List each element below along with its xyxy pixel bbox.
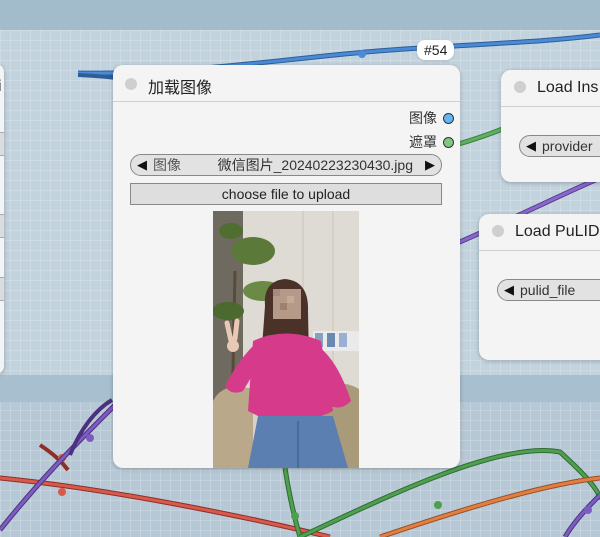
pulid-file-combo[interactable]: ◀ pulid_file <box>497 279 600 301</box>
load-insightface-node[interactable]: Load Ins ◀ provider <box>501 70 600 182</box>
image-combo[interactable]: ◀ 图像 微信图片_20240223230430.jpg ▶ <box>130 154 442 176</box>
wire-red-bottom <box>0 475 331 537</box>
node-id-badge: #54 <box>417 40 455 60</box>
node-title-bar[interactable]: Load Ins <box>501 70 600 107</box>
load-pulid-node[interactable]: Load PuLID ◀ pulid_file <box>479 214 600 360</box>
combo-right-arrow-icon[interactable]: ▶ <box>419 157 441 173</box>
node-title: Load Ins <box>537 79 599 96</box>
node-collapse-dot[interactable] <box>514 81 526 93</box>
left-node-widget-2[interactable] <box>0 214 4 238</box>
combo-left-arrow-icon[interactable]: ◀ <box>520 138 542 154</box>
left-node-widget-1[interactable] <box>0 132 4 156</box>
combo-left-arrow-icon[interactable]: ◀ <box>498 282 520 298</box>
node-collapse-dot[interactable] <box>125 78 137 90</box>
left-node-widget-3[interactable] <box>0 277 4 301</box>
combo-value: 微信图片_20240223230430.jpg <box>217 157 413 173</box>
provider-combo[interactable]: ◀ provider <box>519 135 600 157</box>
upload-button[interactable]: choose file to upload <box>130 183 442 205</box>
left-node-fragment[interactable]: i <box>0 64 4 374</box>
load-image-node[interactable]: 加载图像 #54 图像 遮罩 ◀ 图像 微信图片_20240223230430.… <box>113 40 460 468</box>
node-title-bar[interactable]: Load PuLID <box>479 214 600 251</box>
combo-label: pulid_file <box>520 282 576 298</box>
left-node-title-fragment: i <box>0 78 2 96</box>
output-image[interactable]: 图像 <box>409 108 454 128</box>
node-collapse-dot[interactable] <box>492 225 504 237</box>
node-title: 加载图像 <box>148 80 213 97</box>
output-mask[interactable]: 遮罩 <box>409 132 454 152</box>
node-title-bar[interactable]: 加载图像 <box>113 65 460 102</box>
output-port-dot[interactable] <box>443 136 454 148</box>
combo-left-arrow-icon[interactable]: ◀ <box>131 157 153 173</box>
combo-label: provider <box>542 138 593 154</box>
node-title: Load PuLID <box>515 223 600 240</box>
output-port-dot[interactable] <box>443 112 454 124</box>
output-label: 遮罩 <box>409 134 437 150</box>
output-label: 图像 <box>409 110 437 126</box>
portrait-photo <box>213 211 359 468</box>
image-preview <box>213 211 359 468</box>
wire-blue-dot <box>358 50 366 58</box>
combo-name: 图像 <box>153 157 181 173</box>
node-canvas[interactable]: i Load Ins ◀ provider Load PuLID ◀ pulid… <box>0 0 600 537</box>
